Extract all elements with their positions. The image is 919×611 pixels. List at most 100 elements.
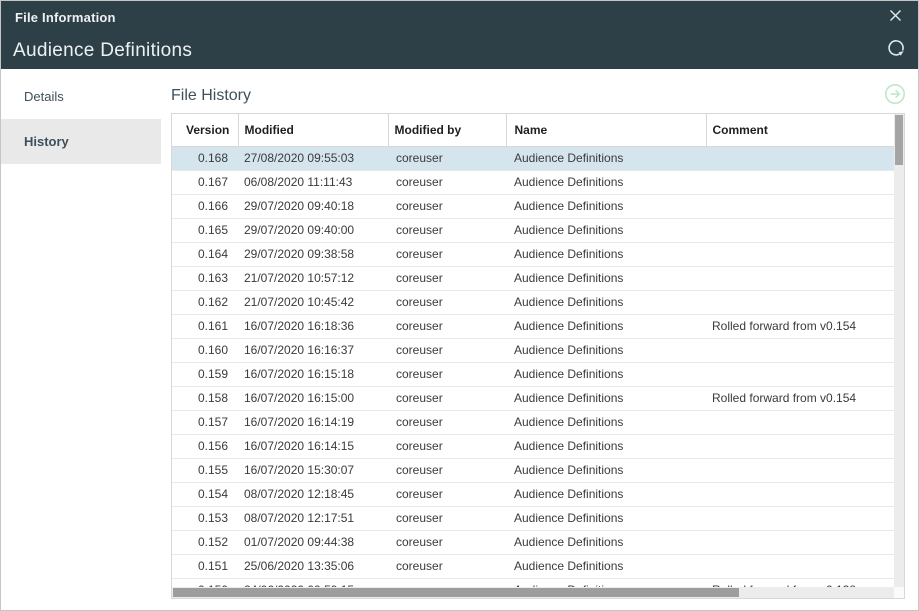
table-row[interactable]: 0.15616/07/2020 16:14:15coreuserAudience… [172, 434, 904, 458]
table-cell: Audience Definitions [506, 338, 706, 362]
table-cell: 29/07/2020 09:40:00 [238, 218, 388, 242]
sidebar-item-history[interactable]: History [1, 119, 161, 164]
table-cell: coreuser [388, 434, 506, 458]
table-cell: coreuser [388, 146, 506, 170]
table-row[interactable]: 0.15201/07/2020 09:44:38coreuserAudience… [172, 530, 904, 554]
table-cell: 25/06/2020 13:35:06 [238, 554, 388, 578]
table-row[interactable]: 0.15308/07/2020 12:17:51coreuserAudience… [172, 506, 904, 530]
table-cell: 0.155 [172, 458, 238, 482]
table-cell: 16/07/2020 16:14:15 [238, 434, 388, 458]
table-row[interactable]: 0.16116/07/2020 16:18:36coreuserAudience… [172, 314, 904, 338]
table-row[interactable]: 0.16629/07/2020 09:40:18coreuserAudience… [172, 194, 904, 218]
table-cell: 16/07/2020 16:14:19 [238, 410, 388, 434]
vertical-scrollbar-thumb[interactable] [895, 115, 903, 165]
table-row[interactable]: 0.16529/07/2020 09:40:00coreuserAudience… [172, 218, 904, 242]
table-cell: coreuser [388, 194, 506, 218]
table-cell: 06/08/2020 11:11:43 [238, 170, 388, 194]
table-row[interactable]: 0.15916/07/2020 16:15:18coreuserAudience… [172, 362, 904, 386]
horizontal-scrollbar-thumb[interactable] [173, 588, 739, 597]
table-cell: 0.164 [172, 242, 238, 266]
horizontal-scrollbar[interactable] [172, 587, 894, 598]
column-header[interactable]: Modified [238, 114, 388, 146]
table-cell: 0.165 [172, 218, 238, 242]
table-cell: 0.167 [172, 170, 238, 194]
table-cell: coreuser [388, 314, 506, 338]
sidebar-item-label: Details [24, 89, 64, 104]
table-cell: coreuser [388, 266, 506, 290]
table-cell: 0.163 [172, 266, 238, 290]
file-history-table: VersionModifiedModified byNameComment 0.… [171, 113, 905, 599]
table-cell [706, 194, 904, 218]
table-cell: 0.157 [172, 410, 238, 434]
table-cell: 0.153 [172, 506, 238, 530]
table-row[interactable]: 0.15716/07/2020 16:14:19coreuserAudience… [172, 410, 904, 434]
table-cell: 0.154 [172, 482, 238, 506]
table-row[interactable]: 0.15125/06/2020 13:35:06coreuserAudience… [172, 554, 904, 578]
table-header-row: VersionModifiedModified byNameComment [172, 114, 904, 146]
circle-right-arrow-icon [884, 83, 906, 110]
table-cell: 08/07/2020 12:17:51 [238, 506, 388, 530]
table-cell: Audience Definitions [506, 482, 706, 506]
table-cell [706, 218, 904, 242]
table-cell: Audience Definitions [506, 242, 706, 266]
close-button[interactable] [885, 8, 905, 28]
table-cell: 0.151 [172, 554, 238, 578]
table-cell: 16/07/2020 16:18:36 [238, 314, 388, 338]
file-information-dialog: File Information Audience Definitions [0, 0, 919, 611]
table-row[interactable]: 0.15516/07/2020 15:30:07coreuserAudience… [172, 458, 904, 482]
close-icon [888, 8, 903, 28]
sidebar-item-details[interactable]: Details [1, 74, 161, 119]
table-cell: Audience Definitions [506, 434, 706, 458]
table-row[interactable]: 0.16429/07/2020 09:38:58coreuserAudience… [172, 242, 904, 266]
table-cell: 16/07/2020 16:15:18 [238, 362, 388, 386]
table-cell: Audience Definitions [506, 170, 706, 194]
table-cell: 16/07/2020 15:30:07 [238, 458, 388, 482]
table-cell: 0.161 [172, 314, 238, 338]
table-row[interactable]: 0.16706/08/2020 11:11:43coreuserAudience… [172, 170, 904, 194]
sidebar: Details History [1, 69, 161, 610]
table-cell: 21/07/2020 10:57:12 [238, 266, 388, 290]
table-cell: Rolled forward from v0.154 [706, 314, 904, 338]
refresh-button[interactable] [886, 41, 906, 61]
column-header[interactable]: Version [172, 114, 238, 146]
table-cell [706, 290, 904, 314]
table-cell [706, 506, 904, 530]
file-history-heading: File History [171, 87, 251, 105]
table-row[interactable]: 0.16016/07/2020 16:16:37coreuserAudience… [172, 338, 904, 362]
table-cell: Audience Definitions [506, 530, 706, 554]
table-row[interactable]: 0.15816/07/2020 16:15:00coreuserAudience… [172, 386, 904, 410]
column-header[interactable]: Comment [706, 114, 904, 146]
scrollbar-corner [894, 587, 904, 598]
table-row[interactable]: 0.16221/07/2020 10:45:42coreuserAudience… [172, 290, 904, 314]
promote-version-button[interactable] [885, 86, 905, 106]
dialog-body: Details History File History [1, 69, 918, 610]
table-cell: Audience Definitions [506, 290, 706, 314]
column-header[interactable]: Modified by [388, 114, 506, 146]
table-cell: 27/08/2020 09:55:03 [238, 146, 388, 170]
table-cell: 0.159 [172, 362, 238, 386]
table-cell: 0.162 [172, 290, 238, 314]
table-cell: Audience Definitions [506, 314, 706, 338]
table-cell: coreuser [388, 458, 506, 482]
table-row[interactable]: 0.15408/07/2020 12:18:45coreuserAudience… [172, 482, 904, 506]
table-cell: 0.152 [172, 530, 238, 554]
table-row[interactable]: 0.16827/08/2020 09:55:03coreuserAudience… [172, 146, 904, 170]
dialog-header: File Information Audience Definitions [1, 1, 918, 69]
table-cell [706, 554, 904, 578]
table-cell: 16/07/2020 16:16:37 [238, 338, 388, 362]
table-cell: Audience Definitions [506, 506, 706, 530]
column-header[interactable]: Name [506, 114, 706, 146]
table-cell: Audience Definitions [506, 386, 706, 410]
table-cell: Audience Definitions [506, 266, 706, 290]
table-cell: coreuser [388, 362, 506, 386]
table-cell: 01/07/2020 09:44:38 [238, 530, 388, 554]
table-cell [706, 434, 904, 458]
table-cell: coreuser [388, 530, 506, 554]
main-panel: File History [161, 69, 918, 610]
vertical-scrollbar[interactable] [894, 114, 904, 587]
table-cell: 0.158 [172, 386, 238, 410]
sidebar-item-label: History [24, 134, 69, 149]
table-cell: coreuser [388, 410, 506, 434]
table-row[interactable]: 0.16321/07/2020 10:57:12coreuserAudience… [172, 266, 904, 290]
table-cell: Audience Definitions [506, 554, 706, 578]
